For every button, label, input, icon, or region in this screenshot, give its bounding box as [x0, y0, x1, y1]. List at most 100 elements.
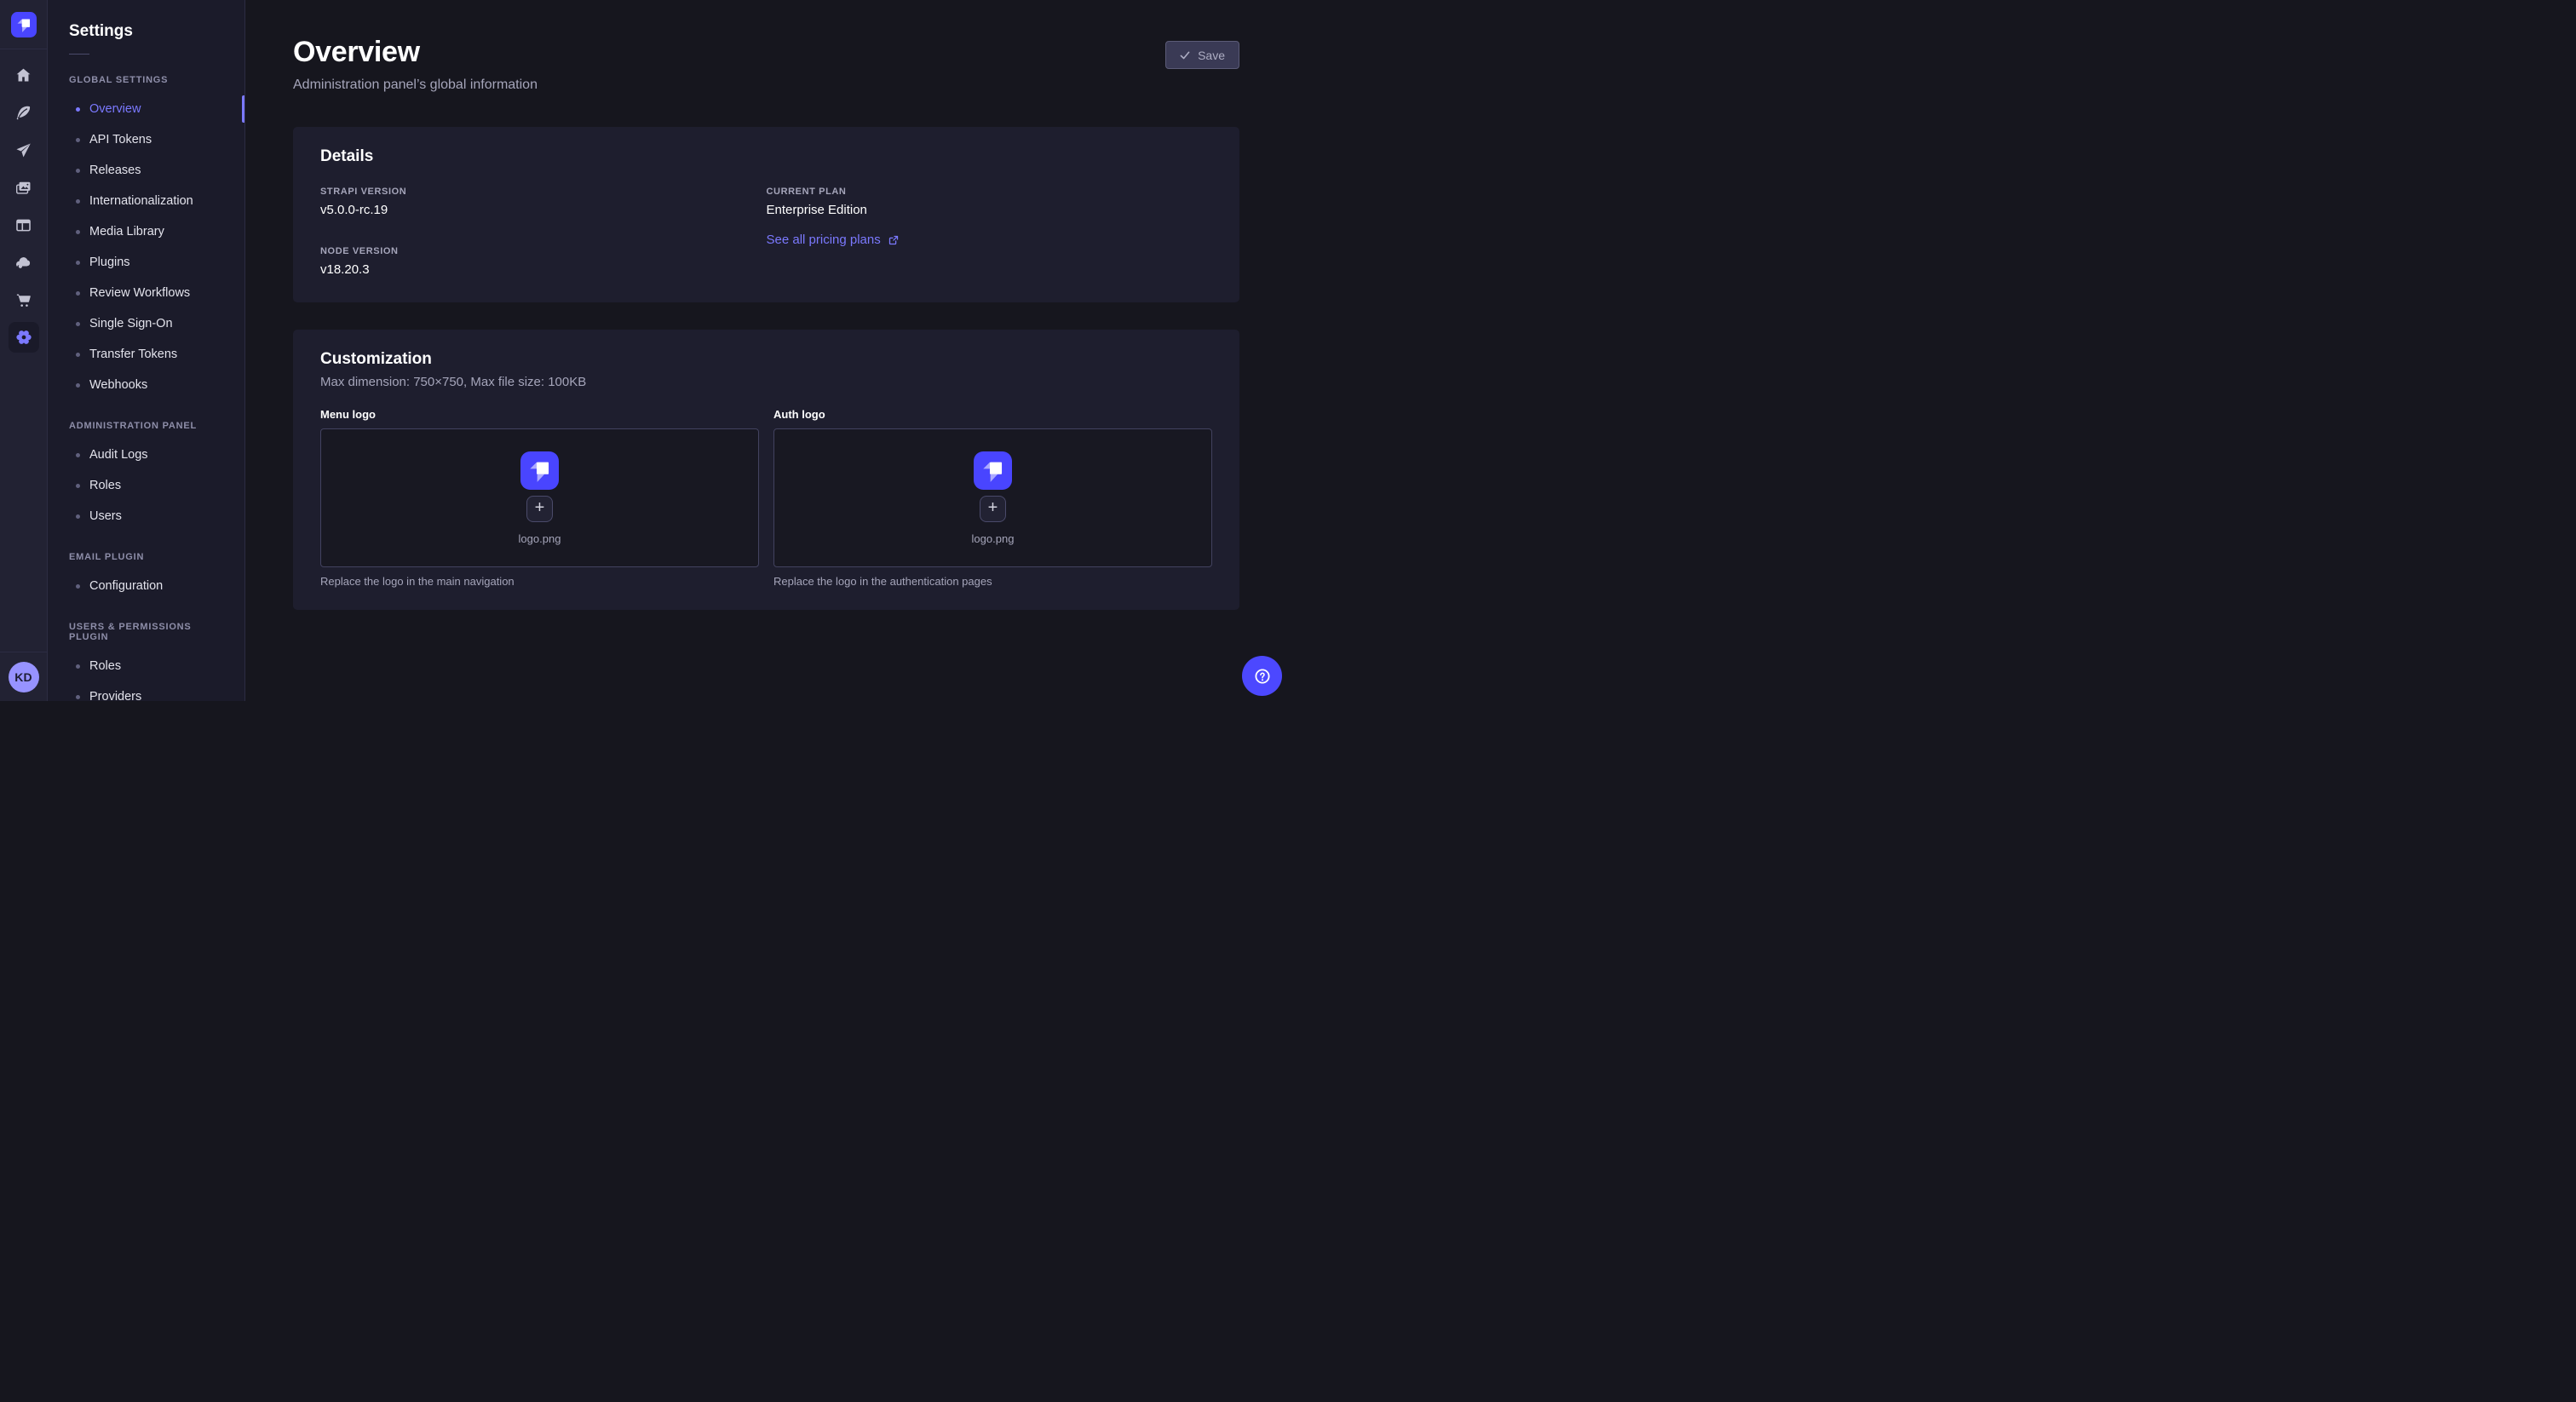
bullet-icon	[76, 261, 80, 265]
bullet-icon	[76, 199, 80, 204]
nav-settings-gear-icon[interactable]	[0, 319, 48, 356]
subnav-item-label: API Tokens	[89, 133, 152, 147]
main-nav-rail: KD	[0, 0, 48, 701]
bullet-icon	[76, 169, 80, 173]
auth-logo-dropzone[interactable]: + logo.png	[773, 428, 1212, 567]
nav-home-icon[interactable]	[0, 56, 48, 94]
subnav-item-releases[interactable]: Releases	[48, 155, 244, 186]
subnav-item-internationalization[interactable]: Internationalization	[48, 186, 244, 216]
details-right-column: CURRENT PLAN Enterprise Edition See all …	[767, 187, 1213, 277]
details-left-column: STRAPI VERSION v5.0.0-rc.19 NODE VERSION…	[320, 187, 767, 277]
subnav-item-label: Users	[89, 509, 122, 523]
menu-logo-dropzone[interactable]: + logo.png	[320, 428, 759, 567]
nav-layout-panel-icon[interactable]	[0, 206, 48, 244]
subnav-item-roles[interactable]: Roles	[48, 470, 244, 501]
help-fab-button[interactable]	[1242, 656, 1282, 696]
bullet-icon	[76, 514, 80, 519]
bullet-icon	[76, 383, 80, 388]
field-value: v5.0.0-rc.19	[320, 203, 767, 217]
subnav-item-providers[interactable]: Providers	[48, 681, 244, 701]
field-value: Enterprise Edition	[767, 203, 1213, 217]
bullet-icon	[76, 322, 80, 326]
nav-paper-plane-icon[interactable]	[0, 131, 48, 169]
logo-file-name: logo.png	[972, 532, 1015, 545]
customization-subtitle: Max dimension: 750×750, Max file size: 1…	[320, 375, 1212, 389]
strapi-logo-preview	[520, 451, 559, 490]
bullet-icon	[76, 484, 80, 488]
details-card-title: Details	[320, 147, 1212, 166]
subnav-item-api-tokens[interactable]: API Tokens	[48, 124, 244, 155]
subnav-item-label: Overview	[89, 102, 141, 116]
subnav-section-label: GLOBAL SETTINGS	[48, 70, 244, 90]
app-window: KD Settings GLOBAL SETTINGS Overview API T…	[0, 0, 1288, 701]
nav-cloud-icon[interactable]	[0, 244, 48, 281]
subnav-item-users[interactable]: Users	[48, 501, 244, 531]
nav-media-images-icon[interactable]	[0, 169, 48, 206]
main-content: Overview Administration panel’s global i…	[245, 0, 1288, 701]
customization-card: Customization Max dimension: 750×750, Ma…	[293, 330, 1239, 610]
user-avatar[interactable]: KD	[9, 662, 39, 692]
subnav-item-media-library[interactable]: Media Library	[48, 216, 244, 247]
subnav-item-label: Internationalization	[89, 194, 193, 208]
current-plan-field: CURRENT PLAN Enterprise Edition	[767, 187, 1213, 217]
subnav-item-label: Roles	[89, 659, 121, 673]
pricing-plans-link-label: See all pricing plans	[767, 233, 881, 247]
bullet-icon	[76, 138, 80, 142]
subnav-item-label: Audit Logs	[89, 448, 148, 462]
subnav-section: USERS & PERMISSIONS PLUGINRolesProviders	[48, 617, 244, 701]
auth-logo-hint: Replace the logo in the authentication p…	[773, 575, 1212, 588]
subnav-item-overview[interactable]: Overview	[48, 94, 244, 124]
nav-marketplace-cart-icon[interactable]	[0, 281, 48, 319]
subnav-item-audit-logs[interactable]: Audit Logs	[48, 440, 244, 470]
subnav-section-label: ADMINISTRATION PANEL	[48, 416, 244, 436]
subnav-item-review-workflows[interactable]: Review Workflows	[48, 278, 244, 308]
field-label: CURRENT PLAN	[767, 187, 1213, 197]
subnav-item-plugins[interactable]: Plugins	[48, 247, 244, 278]
page-title: Overview	[293, 36, 538, 69]
subnav-item-webhooks[interactable]: Webhooks	[48, 370, 244, 400]
subnav-item-label: Transfer Tokens	[89, 348, 177, 361]
bullet-icon	[76, 664, 80, 669]
subnav-item-list: Overview API Tokens Releases Internationali…	[48, 94, 244, 400]
nav-feather-icon[interactable]	[0, 94, 48, 131]
add-auth-logo-button[interactable]: +	[980, 496, 1006, 522]
rail-bottom: KD	[0, 652, 47, 701]
bullet-icon	[76, 695, 80, 699]
subnav-sections: GLOBAL SETTINGS Overview API Tokens Release…	[48, 70, 244, 701]
settings-active-tile	[9, 322, 39, 353]
save-button-label: Save	[1198, 49, 1225, 62]
subnav-item-single-sign-on[interactable]: Single Sign-On	[48, 308, 244, 339]
add-menu-logo-button[interactable]: +	[526, 496, 553, 522]
upload-label: Menu logo	[320, 408, 759, 421]
bullet-icon	[76, 353, 80, 357]
subnav-item-transfer-tokens[interactable]: Transfer Tokens	[48, 339, 244, 370]
upload-label: Auth logo	[773, 408, 1212, 421]
strapi-logo-icon[interactable]	[11, 12, 37, 37]
subnav-item-roles[interactable]: Roles	[48, 651, 244, 681]
bullet-icon	[76, 584, 80, 589]
subnav-header: Settings	[48, 0, 244, 55]
logo-file-name: logo.png	[519, 532, 561, 545]
menu-logo-upload: Menu logo + logo.png Replace the logo in…	[320, 408, 759, 588]
subnav-item-label: Single Sign-On	[89, 317, 173, 330]
subnav-item-label: Releases	[89, 164, 141, 177]
bullet-icon	[76, 291, 80, 296]
subnav-item-configuration[interactable]: Configuration	[48, 571, 244, 601]
node-version-field: NODE VERSION v18.20.3	[320, 246, 767, 277]
field-label: STRAPI VERSION	[320, 187, 767, 197]
bullet-icon	[76, 107, 80, 112]
pricing-plans-link[interactable]: See all pricing plans	[767, 233, 899, 247]
check-icon	[1180, 50, 1190, 60]
menu-logo-hint: Replace the logo in the main navigation	[320, 575, 759, 588]
subnav-item-label: Roles	[89, 479, 121, 492]
details-grid: STRAPI VERSION v5.0.0-rc.19 NODE VERSION…	[320, 187, 1212, 277]
subnav-section: EMAIL PLUGINConfiguration	[48, 547, 244, 601]
save-button[interactable]: Save	[1165, 41, 1239, 69]
field-value: v18.20.3	[320, 262, 767, 277]
subnav-section: ADMINISTRATION PANEL Audit Logs Roles Users	[48, 416, 244, 531]
auth-logo-upload: Auth logo + logo.png Replace the logo in…	[773, 408, 1212, 588]
page-subtitle: Administration panel’s global informatio…	[293, 78, 538, 93]
question-mark-icon	[1253, 667, 1272, 686]
subnav-item-list: Configuration	[48, 571, 244, 601]
subnav-title: Settings	[69, 22, 224, 41]
